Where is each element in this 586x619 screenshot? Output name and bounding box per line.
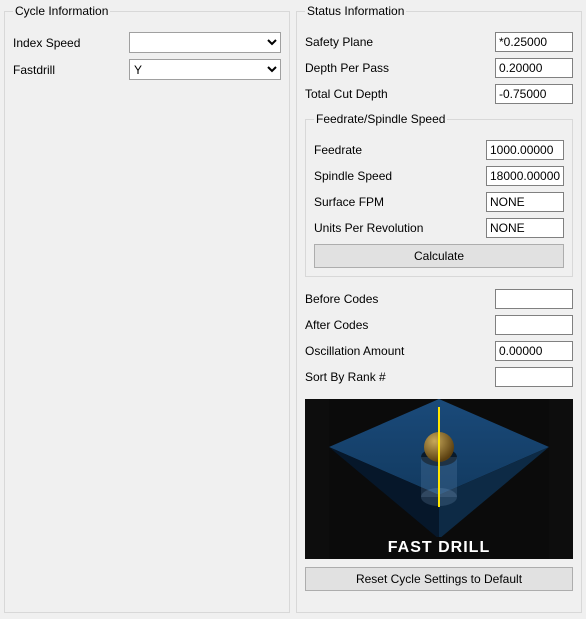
feedrate-spindle-legend: Feedrate/Spindle Speed (314, 112, 447, 126)
surface-fpm-label: Surface FPM (314, 195, 480, 209)
surface-fpm-input[interactable] (486, 192, 564, 212)
fast-drill-icon (305, 399, 573, 559)
feedrate-label: Feedrate (314, 143, 480, 157)
status-information-legend: Status Information (305, 4, 406, 18)
before-codes-input[interactable] (495, 289, 573, 309)
fastdrill-select[interactable]: Y (129, 59, 281, 80)
illustration-caption: FAST DRILL (305, 539, 573, 557)
depth-per-pass-input[interactable] (495, 58, 573, 78)
units-per-rev-input[interactable] (486, 218, 564, 238)
fastdrill-label: Fastdrill (13, 63, 123, 77)
calculate-button[interactable]: Calculate (314, 244, 564, 268)
cycle-information-legend: Cycle Information (13, 4, 110, 18)
sort-by-rank-input[interactable] (495, 367, 573, 387)
status-information-group: Status Information Safety Plane Depth Pe… (296, 4, 582, 613)
before-codes-label: Before Codes (305, 292, 489, 306)
depth-per-pass-label: Depth Per Pass (305, 61, 489, 75)
total-cut-depth-input[interactable] (495, 84, 573, 104)
sort-by-rank-label: Sort By Rank # (305, 370, 489, 384)
total-cut-depth-label: Total Cut Depth (305, 87, 489, 101)
index-speed-select[interactable] (129, 32, 281, 53)
index-speed-label: Index Speed (13, 36, 123, 50)
after-codes-label: After Codes (305, 318, 489, 332)
spindle-speed-label: Spindle Speed (314, 169, 480, 183)
safety-plane-label: Safety Plane (305, 35, 489, 49)
spindle-speed-input[interactable] (486, 166, 564, 186)
feedrate-spindle-group: Feedrate/Spindle Speed Feedrate Spindle … (305, 112, 573, 277)
fast-drill-illustration: FAST DRILL (305, 399, 573, 559)
reset-cycle-settings-button[interactable]: Reset Cycle Settings to Default (305, 567, 573, 591)
feedrate-input[interactable] (486, 140, 564, 160)
cycle-information-group: Cycle Information Index Speed Fastdrill … (4, 4, 290, 613)
oscillation-amount-label: Oscillation Amount (305, 344, 489, 358)
safety-plane-input[interactable] (495, 32, 573, 52)
oscillation-amount-input[interactable] (495, 341, 573, 361)
units-per-rev-label: Units Per Revolution (314, 221, 480, 235)
after-codes-input[interactable] (495, 315, 573, 335)
